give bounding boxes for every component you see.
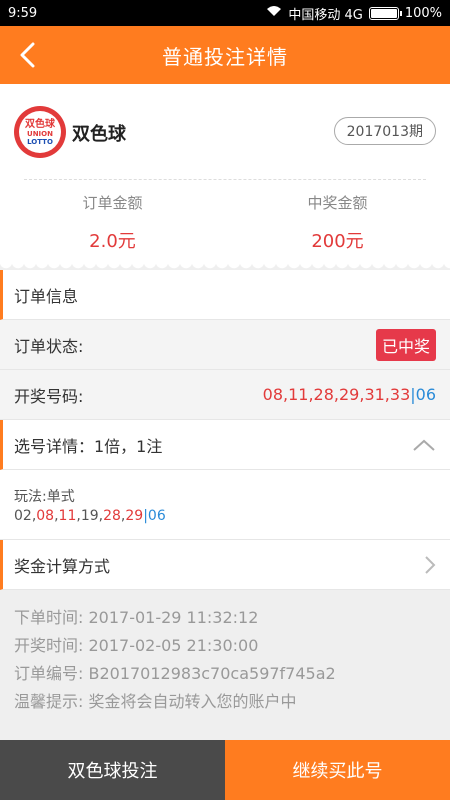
order-meta: 下单时间: 2017-01-29 11:32:12 开奖时间: 2017-02-… [0,590,450,740]
order-time: 下单时间: 2017-01-29 11:32:12 [14,608,259,627]
order-amount-value: 2.0元 [89,231,136,252]
chevron-left-icon [20,42,35,68]
bottom-action-bar: 双色球投注 继续买此号 [0,740,450,800]
picked-segment: 28 [103,508,121,524]
lottery-logo: 双色球 UNION LOTTO [14,106,66,158]
wifi-icon [266,5,282,21]
draw-numbers: 08,11,28,29,31,33|06 [263,385,436,404]
battery-icon [368,6,402,20]
bet-ssq-button[interactable]: 双色球投注 [0,740,225,800]
draw-numbers-label: 开奖号码: [14,386,84,406]
status-time: 9:59 [8,5,38,21]
order-info-header: 订单信息 [0,270,450,320]
picked-numbers: 02,08,11,19,28,29|06 [14,508,436,524]
logo-text-2: UNION [27,129,53,138]
pick-detail-title: 选号详情：1倍，1注 [14,436,163,456]
order-number: 订单编号: B2017012983c70ca597f745a2 [14,664,336,683]
summary-card: 双色球 UNION LOTTO 双色球 2017013期 订单金额 2.0元 中… [0,84,450,272]
rebuy-button[interactable]: 继续买此号 [225,740,450,800]
status-bar: 9:59 中国移动 4G 100% [0,0,450,26]
draw-red-numbers: 08,11,28,29,31,33 [262,385,411,404]
chevron-right-icon [425,555,436,574]
logo-text-3: LOTTO [27,137,53,146]
status-badge: 已中奖 [375,328,436,361]
pick-detail-header[interactable]: 选号详情：1倍，1注 [0,420,450,470]
draw-blue-number: 06 [415,385,436,404]
chevron-up-icon[interactable] [412,438,436,452]
picked-segment: 02, [14,508,37,524]
app-header: 普通投注详情 [0,26,450,84]
pick-detail-body: 玩法:单式 02,08,11,19,28,29|06 [0,470,450,540]
play-type: 玩法:单式 [14,489,75,505]
picked-segment: 08 [36,508,55,524]
prize-amount-label: 中奖金额 [307,194,368,212]
prize-calc-title: 奖金计算方式 [14,556,111,576]
order-status-label: 订单状态: [14,336,84,356]
picked-segment: 06 [147,508,166,524]
lottery-name: 双色球 [72,124,126,145]
picked-segment: 29 [125,508,144,524]
page-title: 普通投注详情 [162,44,288,69]
picked-segment: 11 [58,508,77,524]
logo-text-1: 双色球 [25,118,55,130]
draw-numbers-row: 开奖号码: 08,11,28,29,31,33|06 [0,370,450,420]
prize-calc-row[interactable]: 奖金计算方式 [0,540,450,590]
status-carrier: 中国移动 4G [288,7,363,23]
order-amount-label: 订单金额 [82,194,143,212]
order-status-row: 订单状态: 已中奖 [0,320,450,370]
draw-time: 开奖时间: 2017-02-05 21:30:00 [14,636,259,655]
picked-segment: ,19, [76,508,104,524]
back-button[interactable] [12,40,42,70]
battery-fill [370,8,397,18]
order-amount: 订单金额 2.0元 [0,192,225,253]
prize-amount: 中奖金额 200元 [225,192,450,253]
tip-text: 温馨提示: 奖金将会自动转入您的账户中 [14,692,297,711]
status-right: 中国移动 4G 100% [266,4,442,23]
order-info-title: 订单信息 [14,286,79,306]
status-battery: 100% [404,5,442,21]
prize-amount-value: 200元 [311,231,364,252]
dashed-divider [24,179,426,180]
issue-badge: 2017013期 [333,117,436,145]
lottery-logo-inner: 双色球 UNION LOTTO [19,111,61,153]
